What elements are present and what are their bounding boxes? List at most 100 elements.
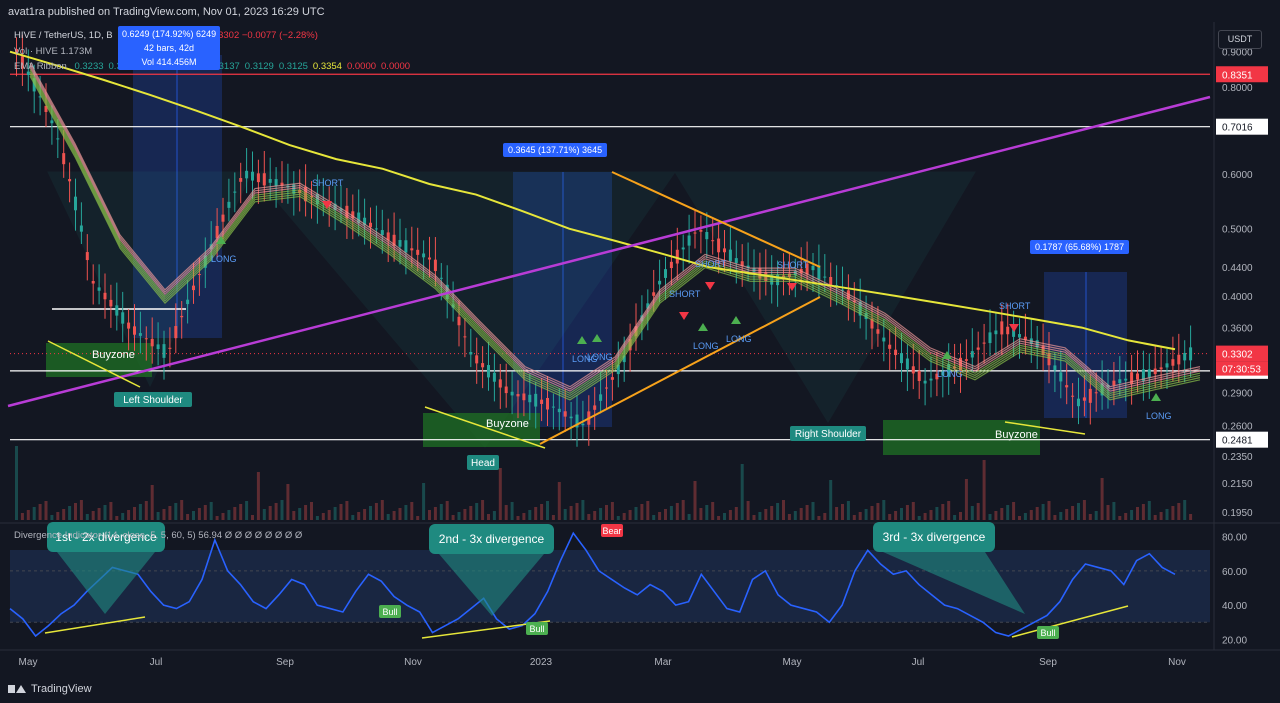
rsi-axis-tick: 20.00 — [1222, 635, 1247, 646]
candle-body — [894, 349, 898, 356]
candle-body — [664, 269, 667, 278]
volume-bar — [85, 514, 89, 520]
candle-body — [551, 406, 555, 408]
price-axis-tick: 0.2600 — [1222, 422, 1253, 433]
candle-body — [121, 312, 125, 324]
volume-bar — [982, 460, 986, 520]
price-axis-tick: 0.1950 — [1222, 508, 1253, 519]
volume-bar — [534, 507, 538, 520]
short-label: SHORT — [695, 259, 727, 269]
buyzone-label: Buyzone — [995, 429, 1038, 441]
volume-bars — [15, 446, 1193, 520]
volume-bar — [953, 515, 957, 520]
volume-bar — [587, 514, 591, 520]
rsi-axis-tick: 80.00 — [1222, 533, 1247, 544]
volume-bar — [557, 482, 561, 520]
volume-bar — [858, 512, 862, 520]
volume-bar — [1082, 500, 1086, 520]
volume-bar — [1018, 516, 1021, 520]
volume-bar — [870, 506, 874, 520]
price-axis-tick: 0.2350 — [1222, 452, 1253, 463]
volume-bar — [799, 508, 803, 520]
volume-bar — [805, 505, 809, 520]
volume-bar — [1153, 515, 1157, 520]
volume-bar — [292, 511, 296, 520]
candle-body — [693, 232, 697, 234]
candle-body — [723, 248, 726, 253]
candle-body — [50, 120, 54, 124]
volume-bar — [734, 507, 738, 520]
volume-bar — [286, 484, 290, 520]
volume-bar — [44, 501, 48, 520]
candle-body — [162, 344, 166, 358]
volume-bar — [280, 500, 284, 520]
chart-canvas[interactable]: SHORT SHORT SHORT SHORT SHORT LONG LONG LONG LON… — [0, 0, 1280, 703]
x-axis-tick: Sep — [1039, 657, 1057, 668]
candle-body — [658, 280, 662, 285]
volume-bar — [251, 515, 254, 520]
volume-bar — [947, 501, 951, 520]
candle-body — [91, 281, 95, 284]
volume-bar — [1029, 510, 1033, 520]
volume-bar — [32, 507, 36, 520]
short-label: SHORT — [312, 178, 344, 188]
currency-button[interactable]: USDT — [1218, 30, 1262, 49]
measure-top-bars: 42 bars, 42d — [144, 43, 195, 53]
volume-bar — [563, 509, 567, 520]
candle-body — [669, 261, 673, 269]
tradingview-logo-icon — [8, 684, 26, 694]
candle-body — [256, 173, 260, 183]
volume-bar — [770, 506, 774, 520]
volume-bar — [646, 501, 650, 520]
candle-body — [144, 338, 148, 340]
ema-value: 0.0000 — [381, 61, 411, 72]
candle-body — [988, 332, 992, 344]
x-axis-tick: Jul — [912, 657, 925, 668]
volume-bar — [917, 516, 921, 520]
volume-bar — [422, 483, 426, 520]
candle-body — [186, 299, 190, 305]
volume-bar — [1165, 509, 1169, 520]
volume-bar — [764, 509, 768, 520]
volume-bar — [787, 514, 791, 520]
candle-body — [487, 365, 490, 378]
volume-bar — [905, 505, 909, 520]
volume-bar — [109, 502, 113, 520]
candle-body — [380, 230, 384, 236]
volume-bar — [256, 472, 260, 520]
volume-bar — [180, 500, 184, 520]
tradingview-brand[interactable]: TradingView — [8, 683, 92, 695]
candle-body — [1147, 369, 1151, 378]
candle-body — [593, 405, 597, 410]
volume-bar — [186, 514, 190, 520]
volume-bar — [1047, 501, 1051, 520]
volume-bar — [1177, 503, 1181, 520]
volume-bar — [935, 507, 939, 520]
candle-body — [1159, 367, 1163, 370]
candle-body — [274, 179, 278, 186]
symbol-name[interactable]: HIVE / TetherUS, 1D, B — [14, 30, 113, 41]
short-arrow-icon — [1009, 324, 1019, 332]
volume-bar — [1183, 500, 1187, 520]
pattern-label: Head — [471, 458, 495, 469]
volume-bar — [793, 511, 797, 520]
candle-body — [369, 222, 372, 228]
volume-bar — [144, 501, 148, 520]
volume-bar — [192, 511, 195, 520]
volume-bar — [174, 503, 178, 520]
price-axis-tick: 0.4000 — [1222, 292, 1253, 303]
candle-body — [734, 258, 738, 263]
candle-body — [528, 394, 532, 403]
volume-bar — [894, 511, 898, 520]
price-axis-label: 0.2481 — [1222, 436, 1253, 447]
candle-body — [522, 393, 526, 401]
measure-box-top: 0.6249 (174.92%) 6249 42 bars, 42d Vol 4… — [118, 26, 221, 70]
candle-body — [717, 238, 721, 253]
candle-body — [1165, 363, 1169, 368]
volume-bar — [728, 510, 732, 520]
volume-bar — [428, 510, 431, 520]
candle-body — [180, 315, 184, 318]
volume-bar — [1006, 505, 1010, 520]
volume-bar — [1094, 511, 1098, 520]
volume-bar — [740, 464, 744, 520]
